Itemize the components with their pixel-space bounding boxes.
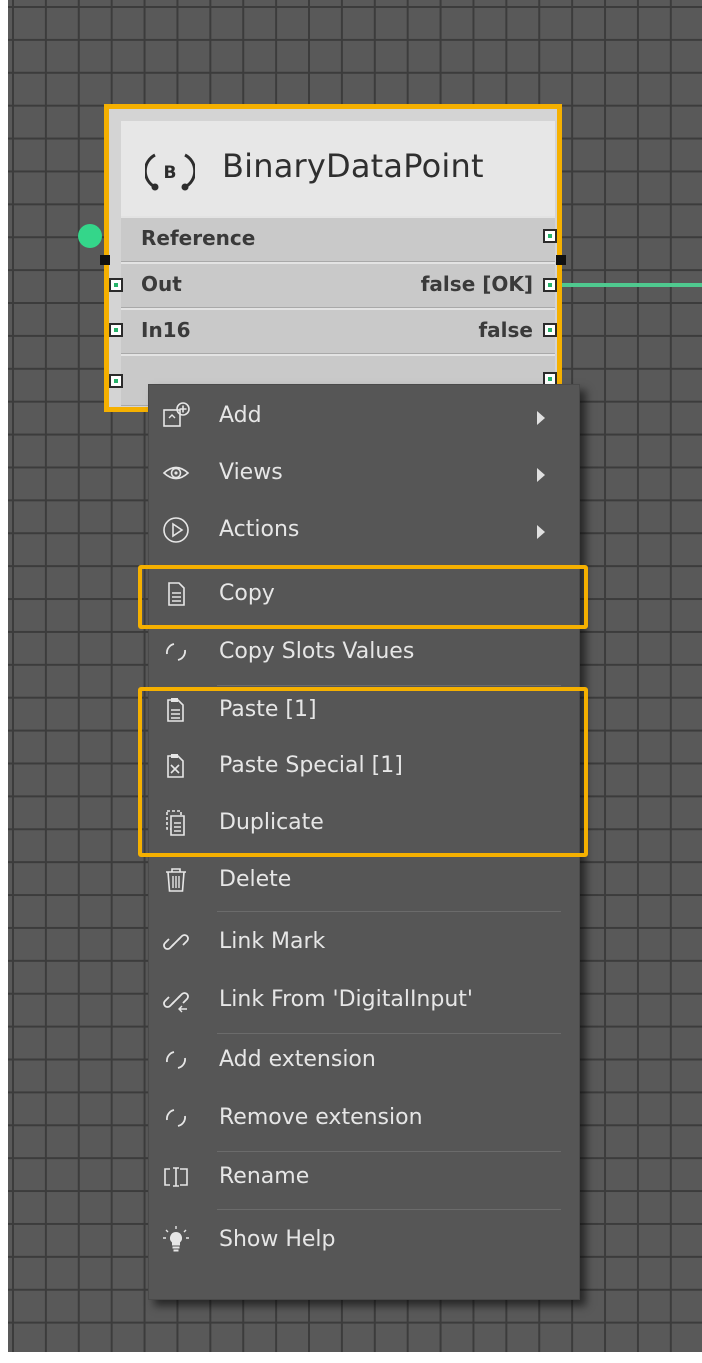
menu-item-views[interactable]: Views bbox=[149, 448, 579, 502]
spinner-icon bbox=[166, 643, 186, 661]
submenu-arrow-icon bbox=[537, 468, 545, 482]
menu-item-label: Add bbox=[219, 403, 262, 428]
lightbulb-icon bbox=[163, 1226, 189, 1252]
canvas-left-edge bbox=[0, 0, 8, 1363]
menu-item-add-extension[interactable]: Add extension bbox=[149, 1035, 579, 1089]
slot-row-out[interactable]: Out false [OK] bbox=[121, 262, 555, 308]
play-circle-icon bbox=[163, 517, 189, 543]
out-link-wire[interactable] bbox=[562, 283, 702, 287]
menu-item-show-help[interactable]: Show Help bbox=[149, 1215, 579, 1269]
menu-item-label: Link From 'DigitalInput' bbox=[219, 987, 473, 1012]
resize-handle[interactable] bbox=[556, 255, 566, 265]
menu-separator bbox=[217, 1209, 561, 1210]
trash-icon bbox=[166, 868, 186, 892]
spinner-icon bbox=[166, 1051, 186, 1069]
reference-output-port[interactable] bbox=[543, 229, 557, 243]
copy-highlight-box bbox=[138, 565, 588, 629]
out-input-port[interactable] bbox=[109, 278, 123, 292]
canvas-bottom-edge bbox=[0, 1352, 702, 1363]
out-output-port[interactable] bbox=[543, 278, 557, 292]
slot-name: In16 bbox=[141, 318, 191, 342]
menu-item-label: Remove extension bbox=[219, 1105, 423, 1130]
add-component-icon bbox=[163, 402, 190, 427]
slot-value: false bbox=[478, 318, 533, 342]
menu-item-label: Delete bbox=[219, 867, 292, 892]
eye-icon bbox=[162, 466, 190, 480]
menu-item-rename[interactable]: Rename bbox=[149, 1152, 579, 1206]
slot-value: false [OK] bbox=[420, 272, 533, 296]
slot-name: Reference bbox=[141, 226, 256, 250]
slot-row-reference[interactable]: Reference bbox=[121, 216, 555, 262]
rename-icon bbox=[164, 1167, 188, 1187]
menu-item-label: Views bbox=[219, 460, 283, 485]
slot-row-in16[interactable]: In16 false bbox=[121, 308, 555, 354]
menu-item-remove-extension[interactable]: Remove extension bbox=[149, 1093, 579, 1147]
menu-item-link-mark[interactable]: Link Mark bbox=[149, 917, 579, 971]
slot-name: Out bbox=[141, 272, 182, 296]
node-title: BinaryDataPoint bbox=[222, 147, 484, 185]
link-from-icon bbox=[163, 992, 189, 1013]
resize-handle[interactable] bbox=[100, 255, 110, 265]
menu-item-copy-slots-values[interactable]: Copy Slots Values bbox=[149, 627, 579, 681]
menu-item-add[interactable]: Add bbox=[149, 391, 579, 445]
link-icon bbox=[163, 934, 189, 950]
binary-datapoint-icon: B bbox=[145, 153, 195, 191]
menu-separator bbox=[217, 911, 561, 912]
binary-datapoint-node[interactable]: B BinaryDataPoint Reference Out false [O… bbox=[104, 104, 562, 412]
submenu-arrow-icon bbox=[537, 411, 545, 425]
menu-item-label: Show Help bbox=[219, 1227, 336, 1252]
menu-item-label: Rename bbox=[219, 1164, 310, 1189]
spinner-icon bbox=[166, 1109, 186, 1127]
submenu-arrow-icon bbox=[537, 525, 545, 539]
menu-item-label: Copy Slots Values bbox=[219, 639, 415, 664]
menu-item-label: Actions bbox=[219, 517, 300, 542]
empty-input-port[interactable] bbox=[109, 374, 123, 388]
in16-output-port[interactable] bbox=[543, 323, 557, 337]
paste-group-highlight-box bbox=[138, 687, 588, 857]
menu-item-label: Link Mark bbox=[219, 929, 326, 954]
menu-item-label: Add extension bbox=[219, 1047, 376, 1072]
menu-item-delete[interactable]: Delete bbox=[149, 855, 579, 909]
svg-text:B: B bbox=[164, 163, 177, 183]
reference-link-dot[interactable] bbox=[78, 224, 102, 248]
node-header[interactable]: B BinaryDataPoint bbox=[121, 121, 555, 218]
menu-item-actions[interactable]: Actions bbox=[149, 505, 579, 559]
menu-item-link-from[interactable]: Link From 'DigitalInput' bbox=[149, 975, 579, 1029]
in16-input-port[interactable] bbox=[109, 323, 123, 337]
menu-separator bbox=[217, 1033, 561, 1034]
